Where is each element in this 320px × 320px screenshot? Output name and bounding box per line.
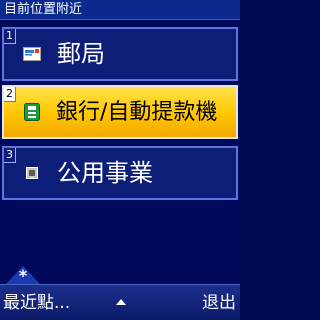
menu-item-number: 1 [4, 29, 16, 44]
exit-softkey[interactable]: 退出 [202, 291, 236, 315]
menu-item-label: 公用事業 [57, 159, 153, 187]
menu-item-label: 郵局 [57, 40, 105, 68]
menu-item-label: 銀行/自動提款機 [56, 100, 218, 125]
menu-item-utilities[interactable]: 3 公用事業 [2, 146, 238, 200]
poi-menu-screen: 1 郵局 2 銀行/自動提款機 3 公用事業 [0, 20, 240, 284]
nearby-softkey[interactable]: 最近點... [3, 291, 70, 315]
header-title: 目前位置附近 [0, 0, 240, 20]
menu-item-post-office[interactable]: 1 郵局 [2, 27, 238, 81]
utility-icon [22, 164, 42, 182]
softkey-bar: 最近點... 退出 [0, 284, 240, 320]
up-arrow-icon [116, 299, 126, 305]
menu-item-bank-atm[interactable]: 2 銀行/自動提款機 [2, 85, 238, 139]
menu-item-number: 3 [4, 148, 16, 163]
bank-icon [22, 103, 42, 121]
mail-icon [22, 45, 42, 63]
menu-item-number: 2 [4, 87, 16, 102]
